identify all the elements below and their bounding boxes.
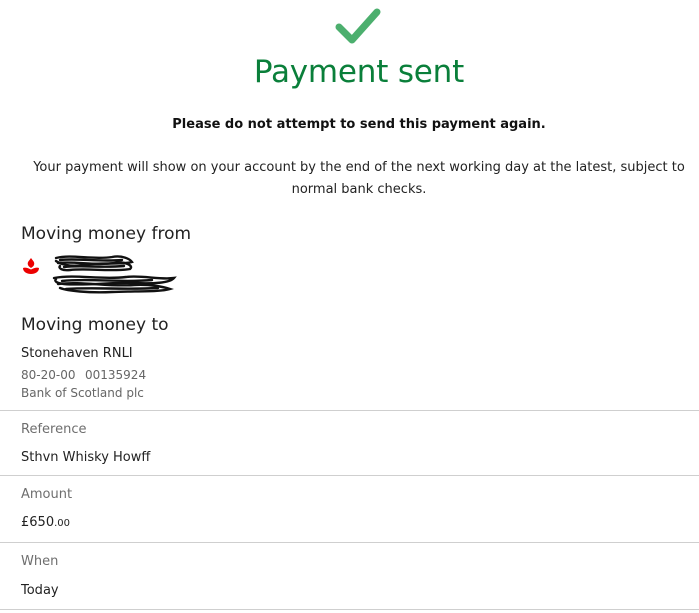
info-message: Your payment will show on your account b… [33,160,685,197]
page-title: Payment sent [253,54,465,90]
when-value: Today [21,583,59,598]
when-label: When [21,554,59,569]
warning-message: Please do not attempt to send this payme… [172,117,546,132]
payee-account-number: 00135924 [85,368,147,382]
reference-label: Reference [21,422,87,437]
divider [0,475,699,476]
payee-bank-name: Bank of Scotland plc [21,386,144,400]
divider [0,542,699,543]
amount-value: £650.00 [21,514,70,533]
payee-name: Stonehaven RNLI [21,346,133,361]
checkmark-icon [335,8,381,44]
amount-label: Amount [21,487,73,502]
redacted-account-scribble [52,255,177,294]
amount-pounds: £650 [21,515,55,530]
divider [0,609,699,610]
from-heading: Moving money from [21,224,192,244]
payee-sort-code: 80-20-00 [21,368,76,382]
to-heading: Moving money to [21,315,169,335]
santander-flame-icon [23,258,39,274]
reference-value: Sthvn Whisky Howff [21,450,151,465]
amount-pence: .00 [54,518,70,529]
divider [0,410,699,411]
